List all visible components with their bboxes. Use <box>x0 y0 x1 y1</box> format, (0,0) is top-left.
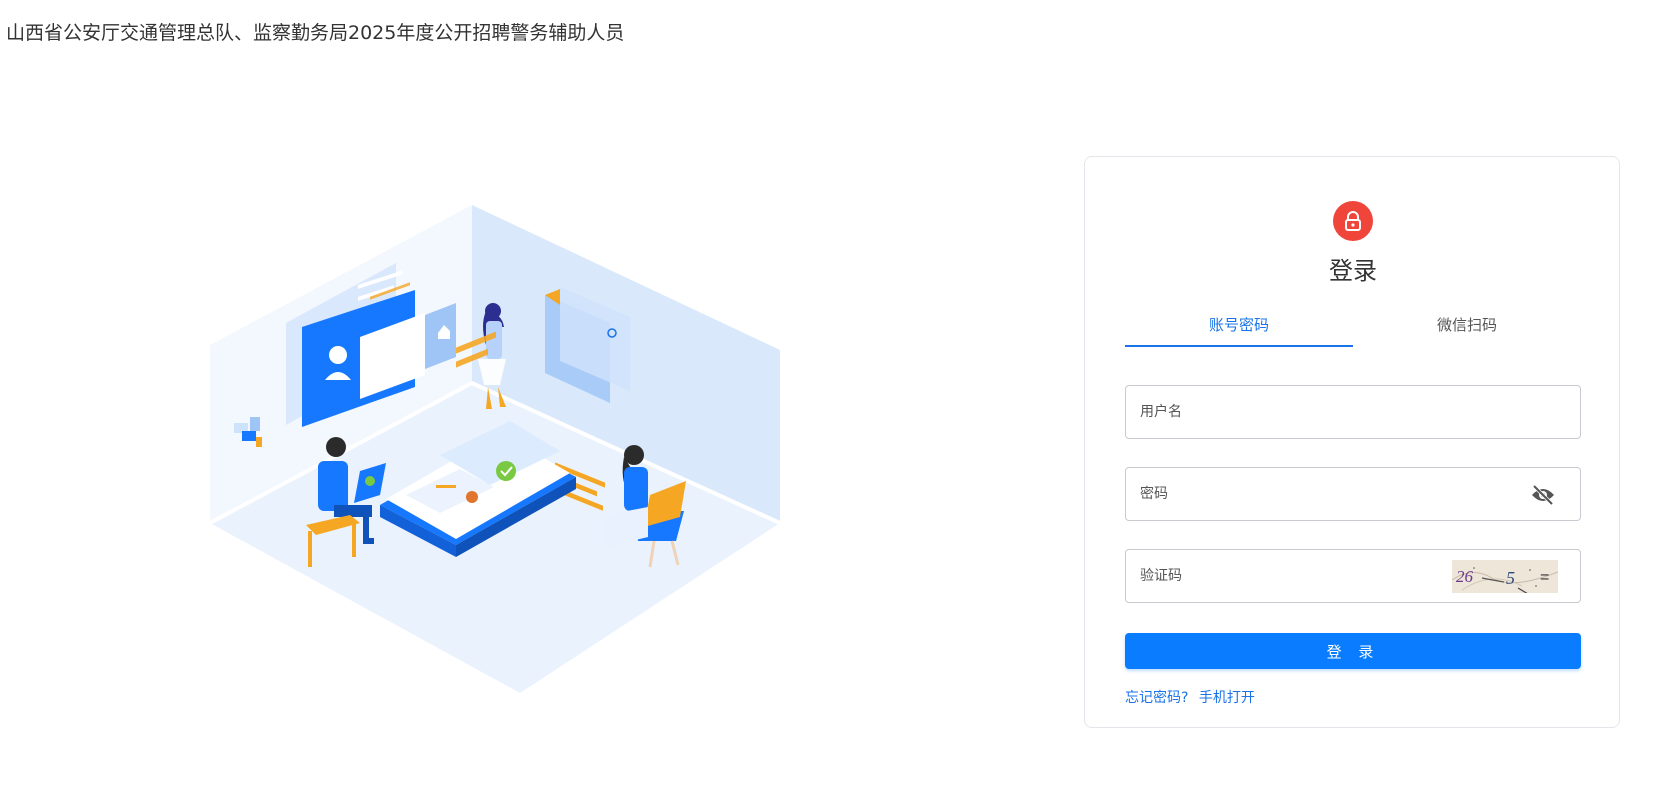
tab-wechat-scan[interactable]: 微信扫码 <box>1353 307 1581 347</box>
forgot-password-link[interactable]: 忘记密码? <box>1125 690 1188 706</box>
username-field-wrapper <box>1125 385 1581 439</box>
svg-text:=: = <box>1540 569 1549 586</box>
login-links: 忘记密码? 手机打开 <box>1125 687 1255 707</box>
password-input[interactable] <box>1126 468 1580 520</box>
svg-text:5: 5 <box>1506 568 1515 588</box>
open-on-mobile-link[interactable]: 手机打开 <box>1199 690 1255 706</box>
captcha-field-wrapper: 26 5 = <box>1125 549 1581 603</box>
username-input[interactable] <box>1126 386 1580 438</box>
login-page: 山西省公安厅交通管理总队、监察勤务局2025年度公开招聘警务辅助人员 登录 账号… <box>0 0 1666 808</box>
password-field-wrapper <box>1125 467 1581 521</box>
login-title: 登录 <box>1329 257 1377 285</box>
login-tabs: 账号密码 微信扫码 <box>1125 307 1581 347</box>
eye-off-icon[interactable] <box>1530 483 1556 507</box>
lock-icon <box>1333 201 1373 241</box>
page-title: 山西省公安厅交通管理总队、监察勤务局2025年度公开招聘警务辅助人员 <box>6 22 625 44</box>
tab-account-password[interactable]: 账号密码 <box>1125 307 1353 347</box>
login-card: 登录 账号密码 微信扫码 用户名 验证码 26 5 = 登 录 忘记密码? 手机… <box>1084 156 1620 728</box>
office-illustration <box>210 205 781 693</box>
login-button[interactable]: 登 录 <box>1125 633 1581 669</box>
captcha-image[interactable]: 26 5 = <box>1452 560 1558 593</box>
svg-text:26: 26 <box>1456 567 1474 586</box>
